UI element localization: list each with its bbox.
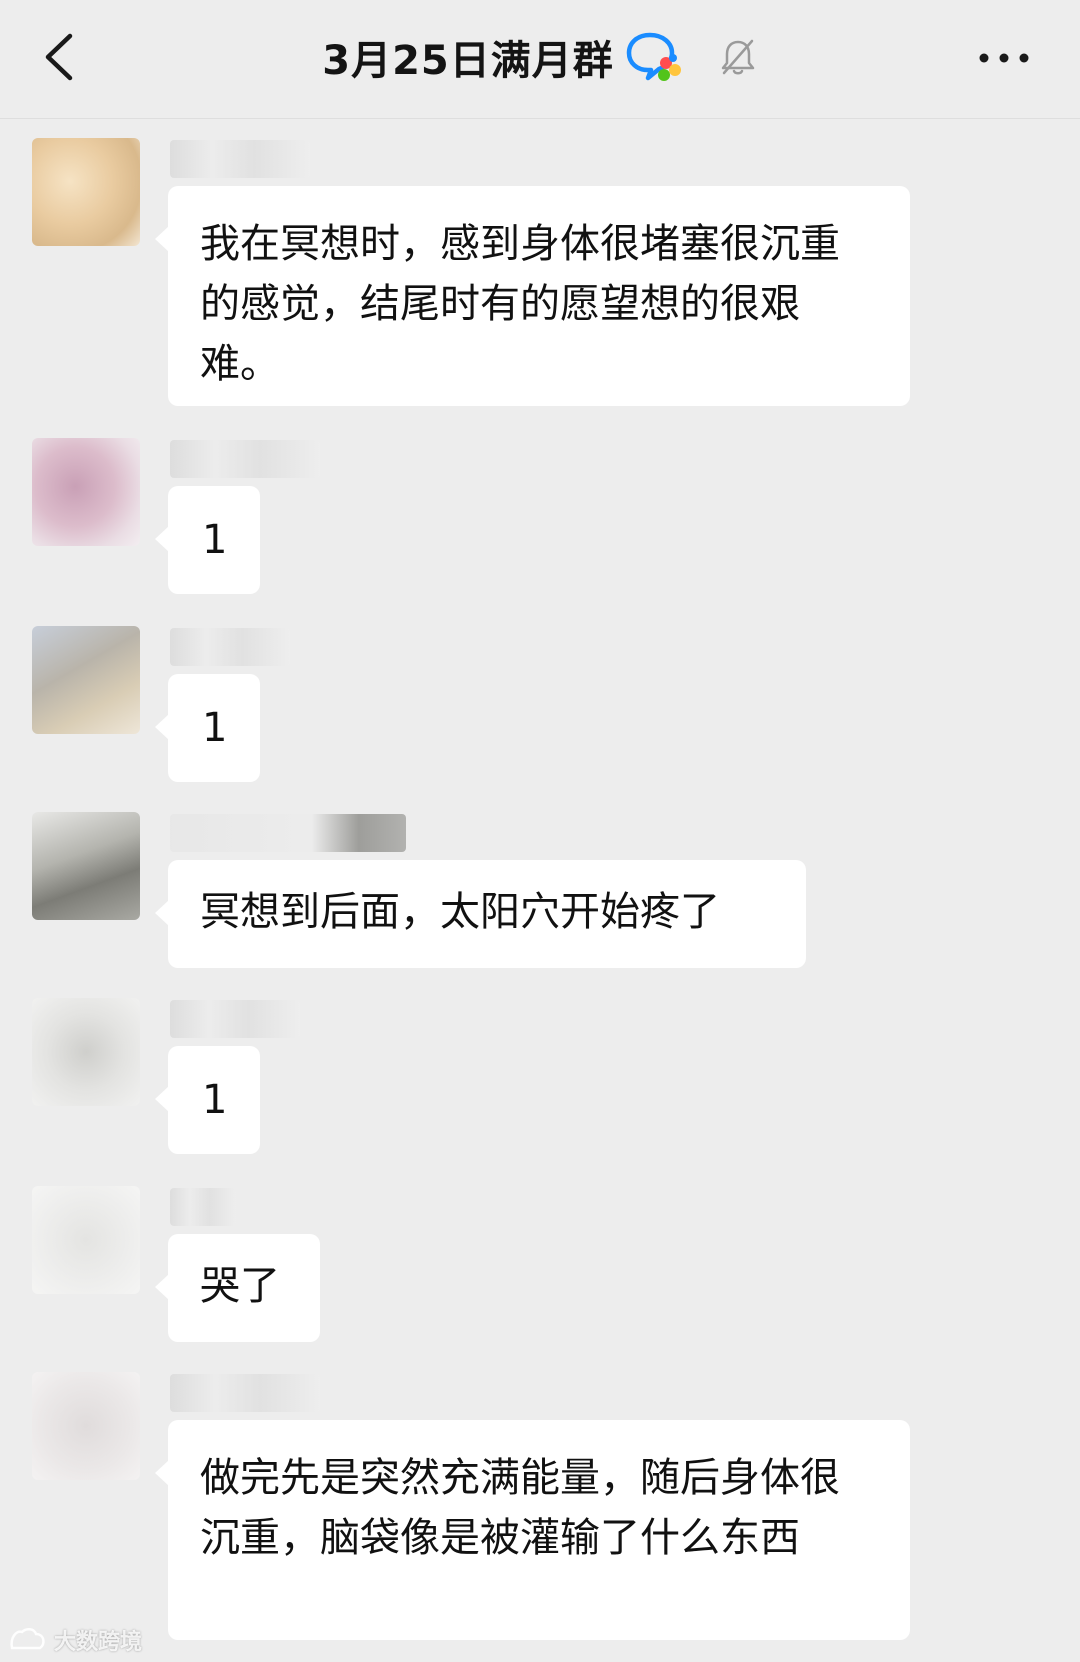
message-bubble[interactable]: 1 — [155, 486, 260, 594]
sender-name-blurred — [170, 1000, 300, 1038]
sender-name-blurred — [170, 440, 320, 478]
bell-off-icon — [721, 39, 754, 75]
message-text: 1 — [202, 705, 228, 751]
message-text: 哭了 — [200, 1263, 280, 1309]
message-text: 1 — [202, 517, 228, 563]
avatar[interactable] — [32, 1372, 140, 1480]
sender-name-blurred — [170, 1374, 320, 1412]
sender-name-blurred — [170, 814, 406, 852]
group-chat-icon — [626, 32, 681, 81]
message-bubble[interactable]: 哭了 — [155, 1234, 320, 1342]
message-bubble[interactable]: 做完先是突然充满能量，随后身体很沉重，脑袋像是被灌输了什么东西 — [155, 1420, 910, 1640]
message-text: 做完先是突然充满能量，随后身体很沉重，脑袋像是被灌输了什么东西 — [200, 1455, 840, 1561]
message-bubble[interactable]: 我在冥想时，感到身体很堵塞很沉重的感觉，结尾时有的愿望想的很艰难。 — [155, 186, 910, 406]
watermark-logo-icon — [10, 1628, 45, 1650]
chat-title[interactable]: 3月25日满月群 — [322, 28, 614, 86]
avatar[interactable] — [32, 812, 140, 920]
more-horizontal-icon[interactable] — [976, 40, 1032, 76]
avatar[interactable] — [32, 1186, 140, 1294]
sender-name-blurred — [170, 1188, 236, 1226]
message-text: 我在冥想时，感到身体很堵塞很沉重的感觉，结尾时有的愿望想的很艰难。 — [200, 221, 840, 387]
chat-title-bar: 3月25日满月群 — [0, 26, 1080, 88]
avatar[interactable] — [32, 438, 140, 546]
message-bubble[interactable]: 冥想到后面，太阳穴开始疼了 — [155, 860, 806, 968]
message-bubble[interactable]: 1 — [155, 1046, 260, 1154]
watermark-text: 大数跨境 — [54, 1630, 143, 1655]
sender-name-blurred — [170, 628, 290, 666]
message-text: 冥想到后面，太阳穴开始疼了 — [200, 889, 720, 935]
avatar[interactable] — [32, 998, 140, 1106]
watermark: 大数跨境 — [8, 1622, 142, 1658]
sender-name-blurred — [170, 140, 310, 178]
message-bubble[interactable]: 1 — [155, 674, 260, 782]
avatar[interactable] — [32, 138, 140, 246]
avatar[interactable] — [32, 626, 140, 734]
chat-header: 3月25日满月群 — [0, 0, 1080, 119]
message-text: 1 — [202, 1077, 228, 1123]
